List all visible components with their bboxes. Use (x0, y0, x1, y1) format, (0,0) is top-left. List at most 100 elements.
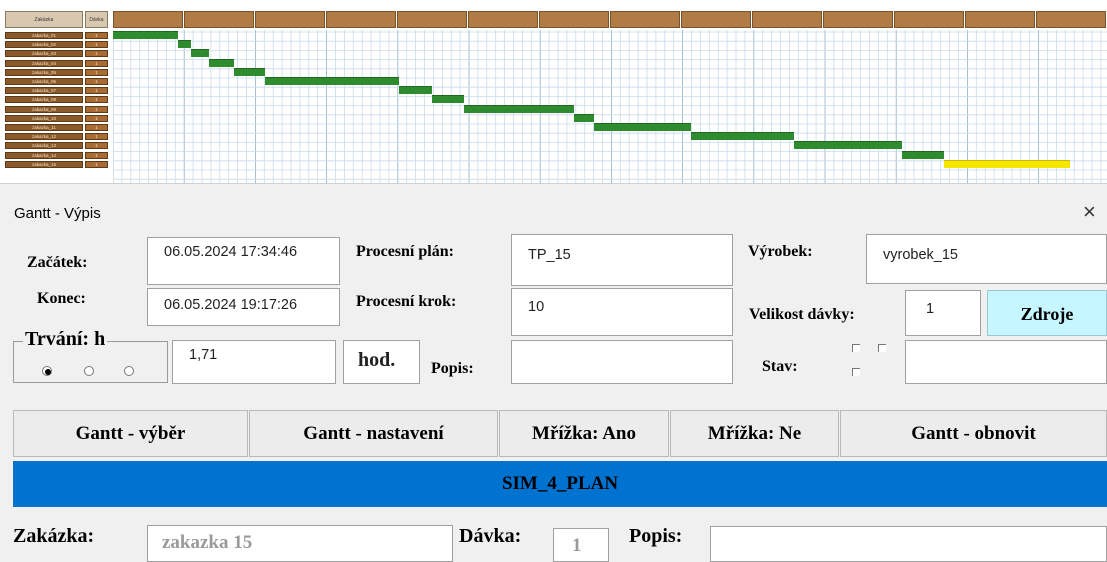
zdroje-button[interactable]: Zdroje (987, 290, 1107, 336)
gantt-bar[interactable] (234, 67, 265, 76)
row-label[interactable]: zakazka_11 (5, 124, 83, 131)
gantt-bar[interactable] (191, 49, 209, 58)
gantt-bar[interactable] (464, 104, 574, 113)
dialog-title: Gantt - Výpis (14, 205, 101, 222)
row-label[interactable]: zakazka_13 (5, 142, 83, 150)
trvani-field[interactable]: 1,71 (172, 340, 336, 384)
timeline-header-cell (752, 11, 822, 28)
gantt-bar[interactable] (902, 150, 944, 159)
row-label[interactable]: zakazka_14 (5, 151, 83, 159)
trvani-radio-hours[interactable] (42, 366, 52, 376)
trvani-label: Trvání: h (23, 328, 108, 351)
trvani-radio-3[interactable] (124, 366, 134, 376)
popis-bottom-field[interactable] (710, 526, 1107, 562)
timeline-header-cell (681, 11, 751, 28)
plan-banner: SIM_4_PLAN (13, 461, 1107, 507)
row-qty: 1 (85, 151, 108, 159)
row-label[interactable]: zakazka_03 (5, 50, 83, 58)
close-icon[interactable]: × (1083, 199, 1096, 225)
timeline-header-cell (965, 11, 1035, 28)
row-label[interactable]: zakazka_09 (5, 105, 83, 113)
davka-label: Dávka: (459, 525, 522, 547)
row-label[interactable]: zakazka_02 (5, 41, 83, 49)
gantt-bar[interactable] (178, 40, 191, 49)
vyrobek-field[interactable]: vyrobek_15 (866, 234, 1107, 284)
row-qty: 1 (85, 78, 108, 85)
row-label[interactable]: zakazka_12 (5, 133, 83, 141)
procesni-krok-field[interactable]: 10 (511, 288, 733, 336)
gantt-vyber-button[interactable]: Gantt - výběr (13, 410, 248, 457)
timeline-header-cell (255, 11, 325, 28)
davka-field[interactable]: 1 (553, 528, 609, 562)
row-label[interactable]: zakazka_07 (5, 87, 83, 95)
hod-label: hod. (343, 340, 420, 384)
timeline-header-cell (326, 11, 396, 28)
gantt-sheet: Zakázka Dávka zakazka_01 1 zakazka_02 1 zaka… (0, 0, 1107, 183)
gantt-bar[interactable] (594, 123, 691, 131)
row-label[interactable]: zakazka_06 (5, 78, 83, 85)
gantt-bar[interactable] (432, 95, 464, 104)
row-label[interactable]: zakazka_10 (5, 114, 83, 122)
row-qty: 1 (85, 160, 108, 168)
row-label[interactable]: zakazka_04 (5, 59, 83, 67)
procesni-plan-label: Procesní plán: (356, 243, 454, 260)
zacatek-label: Začátek: (27, 254, 88, 271)
row-qty: 1 (85, 142, 108, 150)
velikost-davky-field[interactable]: 1 (905, 290, 981, 336)
stav-field[interactable] (905, 340, 1107, 384)
header-davka: Dávka (85, 11, 108, 28)
row-label[interactable]: zakazka_15 (5, 160, 83, 168)
gantt-bar[interactable] (113, 31, 178, 39)
konec-field[interactable]: 06.05.2024 19:17:26 (147, 288, 340, 326)
timeline-header-cell (184, 11, 254, 28)
row-qty: 1 (85, 87, 108, 95)
gantt-bar[interactable] (944, 159, 1070, 168)
stav-checkbox-1[interactable] (852, 344, 860, 352)
timeline-header-cell (894, 11, 964, 28)
konec-label: Konec: (37, 290, 86, 307)
popis-label: Popis: (431, 360, 474, 377)
gantt-bar[interactable] (209, 58, 234, 67)
row-qty: 1 (85, 68, 108, 76)
gantt-bar[interactable] (574, 113, 594, 122)
gantt-bar[interactable] (399, 86, 432, 95)
gantt-bar[interactable] (691, 132, 794, 141)
timeline-header-cell (468, 11, 538, 28)
row-qty: 1 (85, 133, 108, 141)
timeline-header-cell (1036, 11, 1106, 28)
timeline-header-cell (113, 11, 183, 28)
gantt-nastaveni-button[interactable]: Gantt - nastavení (249, 410, 498, 457)
stav-checkbox-2[interactable] (878, 344, 886, 352)
popis-field[interactable] (511, 340, 733, 384)
row-label[interactable]: zakazka_08 (5, 96, 83, 104)
trvani-radio-2[interactable] (84, 366, 94, 376)
gantt-bar[interactable] (265, 77, 399, 85)
row-label[interactable]: zakazka_05 (5, 68, 83, 76)
row-label[interactable]: zakazka_01 (5, 32, 83, 39)
row-qty: 1 (85, 114, 108, 122)
timeline-header-cell (823, 11, 893, 28)
timeline-header-cell (610, 11, 680, 28)
row-qty: 1 (85, 32, 108, 39)
stav-checkbox-3[interactable] (852, 368, 860, 376)
stav-label: Stav: (762, 358, 798, 375)
timeline-header-cell (397, 11, 467, 28)
header-zakazka: Zakázka (5, 11, 83, 28)
procesni-plan-field[interactable]: TP_15 (511, 234, 733, 286)
velikost-davky-label: Velikost dávky: (749, 306, 855, 323)
zakazka-field[interactable]: zakazka 15 (147, 525, 453, 562)
procesni-krok-label: Procesní krok: (356, 293, 457, 310)
mrizka-ne-button[interactable]: Mřížka: Ne (670, 410, 839, 457)
gantt-obnovit-button[interactable]: Gantt - obnovit (840, 410, 1107, 457)
zacatek-field[interactable]: 06.05.2024 17:34:46 (147, 237, 340, 285)
row-qty: 1 (85, 59, 108, 67)
gantt-bar[interactable] (794, 141, 902, 150)
popis-bottom-label: Popis: (629, 525, 683, 547)
row-qty: 1 (85, 41, 108, 49)
row-qty: 1 (85, 105, 108, 113)
zakazka-label: Zakázka: (13, 525, 95, 547)
row-qty: 1 (85, 96, 108, 104)
timeline-header-cell (539, 11, 609, 28)
mrizka-ano-button[interactable]: Mřížka: Ano (499, 410, 669, 457)
row-qty: 1 (85, 50, 108, 58)
